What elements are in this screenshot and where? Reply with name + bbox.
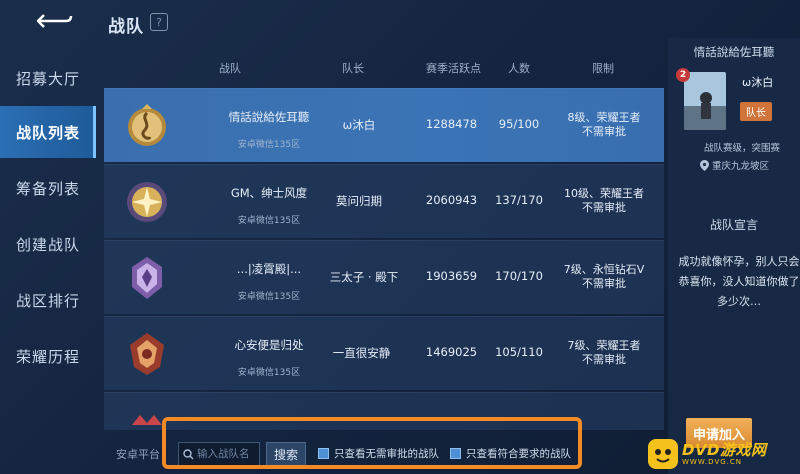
team-points: 1469025 xyxy=(425,345,478,359)
team-limit: 10级、荣耀王者 不需审批 xyxy=(554,187,654,215)
sidebar-item-prep-list[interactable]: 筹备列表 xyxy=(0,162,96,214)
sidebar-item-create-team[interactable]: 创建战队 xyxy=(0,218,96,270)
sidebar-item-glory-history[interactable]: 荣耀历程 xyxy=(0,330,96,382)
table-row[interactable]: GM、绅士风度 安卓微信135区 莫问归期 2060943 137/170 10… xyxy=(104,164,664,238)
team-table: 战队 队长 赛季活跃点 人数 限制 情話說給佐耳聽 安卓微信135区 ω沐白 1… xyxy=(104,50,664,430)
declaration-text: 成功就像怀孕，别人只会恭喜你，没人知道你做了多少次… xyxy=(678,255,800,308)
sidebar-item-label: 荣耀历程 xyxy=(15,347,80,366)
team-limit-level: 7级、荣耀王者 xyxy=(567,339,641,352)
col-points: 赛季活跃点 xyxy=(426,62,481,75)
back-arrow-icon xyxy=(36,14,73,28)
filter-no-approval-checkbox[interactable]: 只查看无需审批的战队 xyxy=(318,446,439,461)
team-leader: 一直很安静 xyxy=(332,346,391,360)
sidebar-item-label: 战队列表 xyxy=(15,123,80,142)
team-name: 情話說給佐耳聽 xyxy=(228,110,310,124)
sidebar-item-zone-ranking[interactable]: 战区排行 xyxy=(0,274,96,326)
team-tags: 战队赛级，突围赛 xyxy=(704,143,781,154)
location-pin-icon xyxy=(700,159,709,171)
team-limit: 7级、永恒钻石V 不需审批 xyxy=(554,263,654,291)
team-emblem-icon xyxy=(132,415,162,425)
team-limit-level: 8级、荣耀王者 xyxy=(567,111,641,124)
sidebar-item-label: 战区排行 xyxy=(15,291,80,310)
help-icon[interactable]: ? xyxy=(150,13,168,31)
team-emblem-icon xyxy=(132,257,162,299)
team-location: 重庆九龙坡区 xyxy=(700,158,769,172)
team-emblem-icon xyxy=(130,333,164,375)
team-points: 1903659 xyxy=(425,269,478,283)
sidebar: 招募大厅 战队列表 筹备列表 创建战队 战区排行 荣耀历程 xyxy=(0,50,96,474)
team-name: 心安便是归处 xyxy=(234,338,304,352)
team-emblem-icon xyxy=(128,104,166,146)
watermark-text: DVD游戏网 xyxy=(682,440,767,459)
checkbox-icon[interactable] xyxy=(450,448,461,459)
leader-level-badge: 2 xyxy=(676,68,690,82)
team-limit-approval: 不需审批 xyxy=(582,201,626,214)
table-row[interactable]: 心安便是归处 安卓微信135区 一直很安静 1469025 105/110 7级… xyxy=(104,316,664,390)
team-limit-approval: 不需审批 xyxy=(582,277,626,290)
team-leader: ω沐白 xyxy=(342,118,376,132)
team-members: 137/170 xyxy=(495,193,543,207)
leader-avatar[interactable] xyxy=(684,72,726,130)
location-text: 重庆九龙坡区 xyxy=(712,161,770,172)
sidebar-item-label: 筹备列表 xyxy=(15,179,80,198)
col-limit: 限制 xyxy=(592,62,614,75)
watermark-logo-icon xyxy=(648,439,678,469)
team-points: 1288478 xyxy=(425,117,478,131)
search-field[interactable] xyxy=(178,442,260,466)
team-limit-level: 7级、永恒钻石V xyxy=(563,263,645,276)
table-row[interactable]: 情話說給佐耳聽 安卓微信135区 ω沐白 1288478 95/100 8级、荣… xyxy=(104,88,664,162)
filter-meets-requirements-checkbox[interactable]: 只查看符合要求的战队 xyxy=(450,446,571,461)
table-header: 战队 队长 赛季活跃点 人数 限制 xyxy=(104,50,664,84)
team-limit-approval: 不需审批 xyxy=(582,125,626,138)
team-detail-panel: 情話說給佐耳聽 2 ω沐白 队长 战队赛级，突围赛 重庆九龙坡区 战队宣言 成功… xyxy=(668,38,800,474)
declaration-title: 战队宣言 xyxy=(709,218,758,232)
sidebar-item-label: 创建战队 xyxy=(15,235,80,254)
table-row[interactable] xyxy=(104,392,664,430)
detail-team-name: 情話說給佐耳聽 xyxy=(693,45,775,59)
team-emblem-icon xyxy=(127,182,167,222)
team-leader: 莫问归期 xyxy=(336,194,382,208)
team-limit: 8级、荣耀王者 不需审批 xyxy=(554,111,654,139)
platform-label: 安卓平台 xyxy=(116,448,160,461)
team-name: ...|凌霄殿|... xyxy=(236,262,302,276)
watermark-sub: WWW.DVG.CN xyxy=(682,457,743,466)
watermark: DVD游戏网 WWW.DVG.CN xyxy=(648,434,800,474)
search-button[interactable]: 搜索 xyxy=(266,442,306,466)
team-points: 2060943 xyxy=(425,193,478,207)
team-limit-level: 10级、荣耀王者 xyxy=(564,187,644,200)
team-zone: 安卓微信135区 xyxy=(237,216,301,226)
team-limit-approval: 不需审批 xyxy=(582,353,626,366)
team-limit: 7级、荣耀王者 不需审批 xyxy=(554,339,654,367)
team-zone: 安卓微信135区 xyxy=(237,140,301,150)
filter-meets-requirements-label: 只查看符合要求的战队 xyxy=(466,448,571,460)
checkbox-icon[interactable] xyxy=(318,448,329,459)
table-row[interactable]: ...|凌霄殿|... 安卓微信135区 三太子 · 殿下 1903659 17… xyxy=(104,240,664,314)
team-zone: 安卓微信135区 xyxy=(237,368,301,378)
leader-name: ω沐白 xyxy=(742,76,774,89)
page-title: 战队 xyxy=(108,17,144,37)
role-badge: 队长 xyxy=(740,102,772,121)
search-icon xyxy=(183,448,194,459)
sidebar-item-team-list[interactable]: 战队列表 xyxy=(0,106,96,158)
col-team: 战队 xyxy=(219,62,241,75)
sidebar-item-label: 招募大厅 xyxy=(15,69,80,88)
search-input[interactable] xyxy=(197,444,259,464)
team-members: 105/110 xyxy=(495,345,543,359)
col-leader: 队长 xyxy=(342,62,364,75)
team-members: 170/170 xyxy=(495,269,543,283)
team-zone: 安卓微信135区 xyxy=(237,292,301,302)
col-members: 人数 xyxy=(508,62,530,75)
team-name: GM、绅士风度 xyxy=(230,186,308,200)
back-button[interactable] xyxy=(30,8,78,34)
team-leader: 三太子 · 殿下 xyxy=(329,270,399,284)
filter-no-approval-label: 只查看无需审批的战队 xyxy=(334,448,439,460)
team-members: 95/100 xyxy=(498,117,540,131)
sidebar-item-recruit-hall[interactable]: 招募大厅 xyxy=(0,52,96,104)
